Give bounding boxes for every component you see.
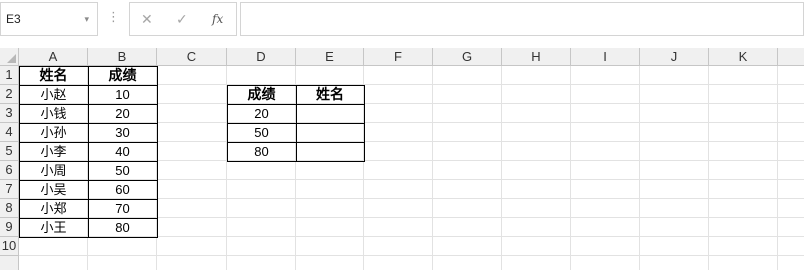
gridline	[777, 66, 778, 270]
cell-b9[interactable]: 80	[88, 218, 157, 237]
cancel-icon[interactable]: ✕	[141, 11, 153, 28]
row-header-7[interactable]: 7	[0, 180, 19, 199]
column-header-a[interactable]: A	[19, 48, 88, 66]
cell-b4[interactable]: 30	[88, 123, 157, 142]
column-header-c[interactable]: C	[157, 48, 227, 66]
cell-b7[interactable]: 60	[88, 180, 157, 199]
column-header-i[interactable]: I	[571, 48, 640, 66]
row-header-11[interactable]	[0, 256, 19, 270]
row-header-6[interactable]: 6	[0, 161, 19, 180]
insert-function-icon[interactable]: fx	[212, 12, 223, 26]
cell-d2[interactable]: 成绩	[227, 85, 296, 104]
column-header-d[interactable]: D	[227, 48, 296, 66]
gridline	[501, 66, 502, 270]
cell-d4[interactable]: 50	[227, 123, 296, 142]
column-header-e[interactable]: E	[296, 48, 364, 66]
cell-a5[interactable]: 小李	[19, 142, 88, 161]
cell-a7[interactable]: 小吴	[19, 180, 88, 199]
cell-d3[interactable]: 20	[227, 104, 296, 123]
cell-e2[interactable]: 姓名	[296, 85, 364, 104]
gridline	[19, 255, 804, 256]
column-header-k[interactable]: K	[709, 48, 778, 66]
cell-a3[interactable]: 小钱	[19, 104, 88, 123]
gridline	[639, 66, 640, 270]
row-header-2[interactable]: 2	[0, 85, 19, 104]
cell-a9[interactable]: 小王	[19, 218, 88, 237]
column-header-j[interactable]: J	[640, 48, 709, 66]
gridline	[570, 66, 571, 270]
cell-b6[interactable]: 50	[88, 161, 157, 180]
column-header-h[interactable]: H	[502, 48, 571, 66]
column-header-g[interactable]: G	[433, 48, 502, 66]
formula-bar: E3 ▾ ⋮ ✕ ✓ fx	[0, 0, 804, 46]
cell-e5[interactable]	[296, 142, 364, 161]
cell-b2[interactable]: 10	[88, 85, 157, 104]
cell-a6[interactable]: 小周	[19, 161, 88, 180]
column-header-l[interactable]	[778, 48, 804, 66]
column-header-f[interactable]: F	[364, 48, 433, 66]
cell-e3[interactable]	[296, 104, 364, 123]
cell-b5[interactable]: 40	[88, 142, 157, 161]
row-header-1[interactable]: 1	[0, 66, 19, 85]
column-header-b[interactable]: B	[88, 48, 157, 66]
chevron-down-icon[interactable]: ▾	[84, 14, 89, 25]
gridline	[432, 66, 433, 270]
cell-e4[interactable]	[296, 123, 364, 142]
row-header-9[interactable]: 9	[0, 218, 19, 237]
cell-a8[interactable]: 小郑	[19, 199, 88, 218]
select-all-corner[interactable]	[0, 48, 19, 66]
select-all-triangle-icon	[7, 54, 16, 63]
cell-a2[interactable]: 小赵	[19, 85, 88, 104]
enter-check-icon[interactable]: ✓	[176, 11, 188, 28]
row-header-5[interactable]: 5	[0, 142, 19, 161]
name-box[interactable]: E3 ▾	[0, 2, 98, 36]
cell-b8[interactable]: 70	[88, 199, 157, 218]
formula-bar-buttons: ✕ ✓ fx	[129, 2, 237, 36]
cell-b1[interactable]: 成绩	[88, 66, 157, 85]
spreadsheet-grid[interactable]: A B C D E F G H I J K 1 2 3 4 5 6 7 8 9 …	[0, 48, 804, 270]
cell-b3[interactable]: 20	[88, 104, 157, 123]
more-options-icon[interactable]: ⋮	[107, 10, 120, 23]
row-header-10[interactable]: 10	[0, 237, 19, 256]
cell-a1[interactable]: 姓名	[19, 66, 88, 85]
gridline	[708, 66, 709, 270]
cell-d5[interactable]: 80	[227, 142, 296, 161]
cell-a4[interactable]: 小孙	[19, 123, 88, 142]
name-box-value: E3	[6, 12, 21, 26]
row-header-4[interactable]: 4	[0, 123, 19, 142]
row-header-3[interactable]: 3	[0, 104, 19, 123]
row-header-8[interactable]: 8	[0, 199, 19, 218]
formula-input[interactable]	[240, 2, 804, 36]
